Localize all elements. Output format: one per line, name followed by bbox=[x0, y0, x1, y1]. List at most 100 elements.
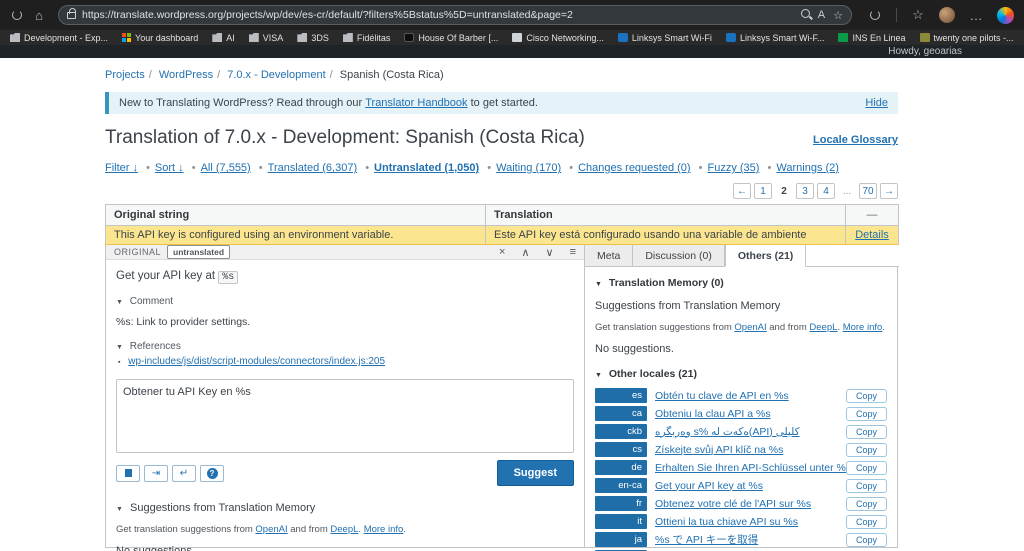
bookmark-item[interactable]: Linksys Smart Wi-Fi bbox=[618, 33, 712, 43]
copy-button[interactable]: Copy bbox=[846, 497, 887, 511]
bookmark-item[interactable]: Fidélitas bbox=[343, 33, 391, 43]
deepl-link[interactable]: DeepL bbox=[809, 322, 837, 333]
copy-button[interactable]: Copy bbox=[846, 533, 887, 547]
filter-link[interactable]: Filter ↓ bbox=[105, 162, 138, 174]
profile-avatar[interactable] bbox=[939, 7, 955, 23]
bookmark-item[interactable]: Cisco Networking... bbox=[512, 33, 604, 43]
copy-button[interactable]: Copy bbox=[846, 407, 887, 421]
openai-link[interactable]: OpenAI bbox=[734, 322, 766, 333]
filter-link[interactable]: Warnings (2) bbox=[763, 162, 839, 174]
bookmark-item[interactable]: 3DS bbox=[297, 33, 329, 43]
help-icon[interactable]: ? bbox=[200, 465, 224, 482]
bookmark-item[interactable]: House Of Barber [... bbox=[404, 33, 498, 43]
page-button[interactable]: 2 bbox=[775, 183, 793, 199]
page-button[interactable]: 3 bbox=[796, 183, 814, 199]
side-tab[interactable]: Others (21) bbox=[725, 245, 806, 267]
bookmark-item[interactable]: AI bbox=[212, 33, 235, 43]
locale-translation-link[interactable]: Ottieni la tua chiave API su %s bbox=[655, 516, 798, 528]
tm-title-toggle[interactable]: ▼ Translation Memory (0) bbox=[595, 277, 889, 289]
locale-translation-link[interactable]: Obtén tu clave de API en %s bbox=[655, 390, 789, 402]
howdy-user[interactable]: Howdy, geoarias bbox=[888, 46, 962, 57]
locale-translation-link[interactable]: کلیلی (API)ەکەت لە %s وەربگرە bbox=[655, 426, 800, 438]
suggest-button[interactable]: Suggest bbox=[497, 460, 574, 486]
locale-translation-link[interactable]: Obtenez votre clé de l'API sur %s bbox=[655, 498, 811, 510]
copy-button[interactable]: Copy bbox=[846, 515, 887, 529]
more-info-link[interactable]: More info bbox=[364, 524, 404, 535]
filter-link[interactable]: Changes requested (0) bbox=[564, 162, 690, 174]
search-icon[interactable] bbox=[801, 9, 810, 21]
copy-button[interactable]: Copy bbox=[846, 425, 887, 439]
bookmark-item[interactable]: twenty one pilots -... bbox=[920, 33, 1014, 43]
page-button[interactable]: 1 bbox=[754, 183, 772, 199]
page-button[interactable]: 4 bbox=[817, 183, 835, 199]
bookmark-item[interactable]: Linksys Smart Wi-F... bbox=[726, 33, 825, 43]
translation-editor: ORIGINAL untranslated × ∧ ∨ ≡ bbox=[105, 245, 898, 548]
refresh-icon[interactable] bbox=[6, 8, 28, 23]
bookmark-label: Development - Exp... bbox=[24, 33, 108, 43]
browser-essentials-icon[interactable] bbox=[864, 8, 886, 23]
locale-translation-link[interactable]: Erhalten Sie Ihren API-Schlüssel unter %… bbox=[655, 462, 846, 474]
comment-text: %s: Link to provider settings. bbox=[116, 316, 574, 328]
filter-link[interactable]: Untranslated (1,050) bbox=[360, 162, 479, 174]
filter-link[interactable]: Fuzzy (35) bbox=[694, 162, 760, 174]
translation-textarea[interactable]: Obtener tu API Key en %s bbox=[116, 379, 574, 453]
chevron-up-icon[interactable]: ∧ bbox=[521, 246, 529, 259]
insert-newline-icon[interactable]: ↵ bbox=[172, 465, 196, 482]
read-aloud-icon[interactable]: A bbox=[818, 9, 825, 21]
openai-link[interactable]: OpenAI bbox=[255, 524, 287, 535]
locale-translation-link[interactable]: %s で API キーを取得 bbox=[655, 534, 758, 546]
url-text[interactable]: https://translate.wordpress.org/projects… bbox=[82, 9, 793, 21]
row-translation-text[interactable]: Este API key está configurado usando una… bbox=[486, 226, 846, 245]
filter-link[interactable]: Waiting (170) bbox=[482, 162, 561, 174]
home-icon[interactable]: ⌂ bbox=[28, 8, 50, 23]
side-tab[interactable]: Discussion (0) bbox=[633, 245, 725, 266]
favorite-star-icon[interactable]: ☆ bbox=[833, 9, 843, 22]
copy-button[interactable]: Copy bbox=[846, 461, 887, 475]
page-button[interactable]: ← bbox=[733, 183, 751, 199]
table-row[interactable]: This API key is configured using an envi… bbox=[106, 226, 899, 245]
bullet-icon: ▪ bbox=[118, 359, 120, 366]
copilot-icon[interactable] bbox=[997, 7, 1014, 24]
details-link[interactable]: Details bbox=[855, 229, 889, 241]
breadcrumb-link[interactable]: 7.0.x - Development bbox=[227, 69, 325, 81]
copy-button[interactable]: Copy bbox=[846, 479, 887, 493]
locale-translation-link[interactable]: Získejte svůj API klíč na %s bbox=[655, 444, 783, 456]
bookmark-item[interactable]: Development - Exp... bbox=[10, 33, 108, 43]
locale-translation-link[interactable]: Obteniu la clau API a %s bbox=[655, 408, 771, 420]
breadcrumb-link[interactable]: Projects bbox=[105, 69, 145, 81]
deepl-link[interactable]: DeepL bbox=[330, 524, 358, 535]
page-button[interactable]: → bbox=[880, 183, 898, 199]
more-menu-icon[interactable]: … bbox=[965, 8, 987, 23]
comment-section-toggle[interactable]: ▼ Comment bbox=[116, 296, 574, 307]
filter-link[interactable]: Translated (6,307) bbox=[254, 162, 357, 174]
insert-tab-icon[interactable]: ⇥ bbox=[144, 465, 168, 482]
locale-glossary-link[interactable]: Locale Glossary bbox=[813, 134, 898, 146]
side-tab[interactable]: Meta bbox=[585, 245, 633, 266]
copy-button[interactable]: Copy bbox=[846, 443, 887, 457]
bookmark-item[interactable]: INS En Linea bbox=[838, 33, 905, 43]
hide-notice-link[interactable]: Hide bbox=[865, 97, 888, 109]
references-section-toggle[interactable]: ▼ References bbox=[116, 341, 574, 352]
tm-section-toggle[interactable]: ▼ Suggestions from Translation Memory bbox=[116, 502, 574, 514]
copy-from-original-icon[interactable] bbox=[116, 465, 140, 482]
page-button[interactable]: 70 bbox=[859, 183, 877, 199]
reference-link[interactable]: wp-includes/js/dist/script-modules/conne… bbox=[128, 356, 385, 367]
locale-translation-link[interactable]: Get your API key at %s bbox=[655, 480, 763, 492]
row-original-text[interactable]: This API key is configured using an envi… bbox=[106, 226, 486, 245]
other-locales-toggle[interactable]: ▼ Other locales (21) bbox=[595, 368, 889, 380]
bookmark-item[interactable]: VISA bbox=[249, 33, 284, 43]
copy-button[interactable]: Copy bbox=[846, 389, 887, 403]
filter-link[interactable]: All (7,555) bbox=[187, 162, 251, 174]
favorites-bar-icon[interactable]: ☆ bbox=[907, 7, 929, 23]
more-info-link[interactable]: More info bbox=[843, 322, 883, 333]
filter-link[interactable]: Sort ↓ bbox=[141, 162, 184, 174]
chevron-down-icon[interactable]: ∨ bbox=[546, 246, 554, 259]
menu-icon[interactable]: ≡ bbox=[570, 246, 576, 259]
translator-handbook-link[interactable]: Translator Handbook bbox=[365, 97, 467, 109]
bookmark-item[interactable]: Your dashboard bbox=[122, 33, 198, 43]
close-icon[interactable]: × bbox=[499, 246, 505, 259]
breadcrumb-link[interactable]: WordPress bbox=[159, 69, 213, 81]
breadcrumb-link[interactable]: Spanish (Costa Rica) bbox=[340, 69, 444, 81]
address-bar[interactable]: https://translate.wordpress.org/projects… bbox=[58, 5, 852, 25]
page-button[interactable]: ... bbox=[838, 183, 856, 199]
